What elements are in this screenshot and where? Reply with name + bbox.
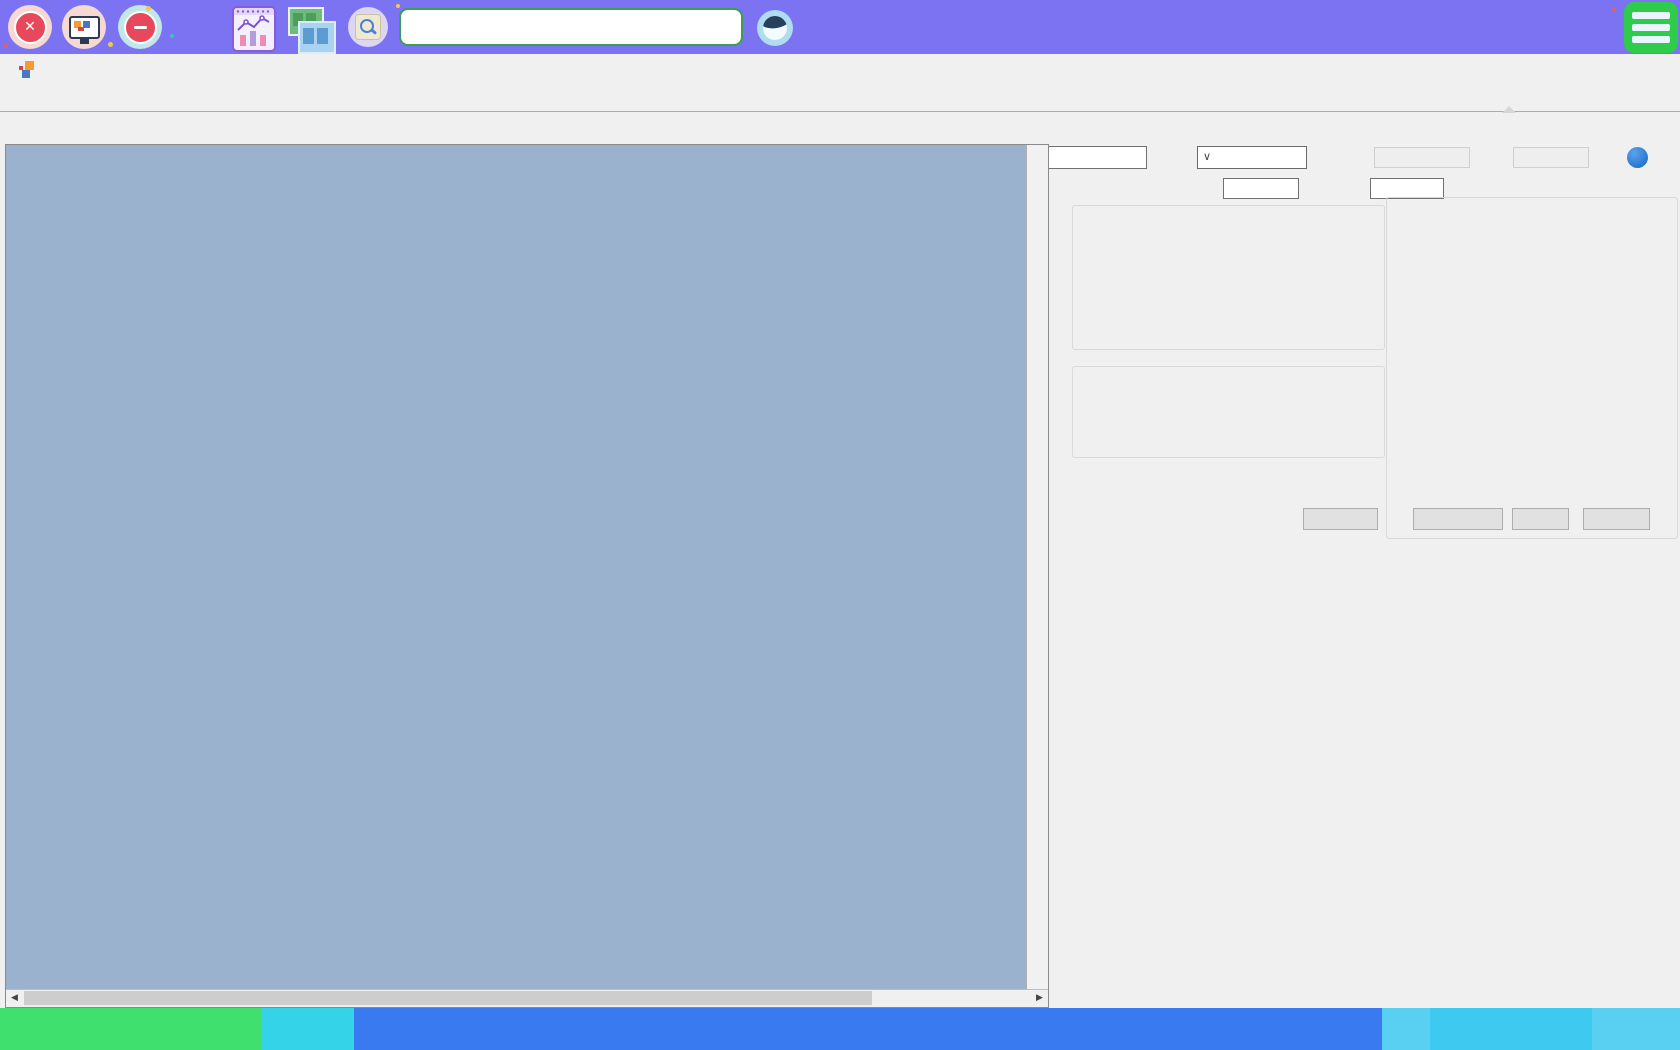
results-table: ◀ ▶: [5, 144, 1049, 1008]
monitor-sticker-button[interactable]: [62, 5, 106, 49]
status-user: [1592, 1008, 1676, 1050]
row-header-strip: [1026, 145, 1048, 990]
chevron-down-icon: ∨: [1203, 150, 1211, 163]
support-info: [376, 1008, 646, 1050]
eye-sticker-button[interactable]: [757, 10, 793, 46]
horizontal-scrollbar[interactable]: ◀ ▶: [6, 989, 1048, 1007]
minimize-icon: [124, 11, 157, 44]
hamburger-bar: [1632, 24, 1670, 31]
hamburger-bar: [1632, 36, 1670, 43]
scrollbar-thumb[interactable]: [24, 991, 872, 1005]
calculate-button[interactable]: [1583, 508, 1650, 530]
delete-button[interactable]: [1303, 508, 1378, 530]
app-logo-icon: [19, 61, 36, 78]
repeatability-groupbox: [1072, 205, 1385, 350]
chart-glyph: [234, 8, 274, 50]
page-search-input[interactable]: [399, 8, 743, 46]
kit-name-input[interactable]: [1044, 146, 1147, 169]
accuracy-values-grid: [1460, 231, 1660, 415]
scroll-right-arrow-icon[interactable]: ▶: [1031, 990, 1048, 1006]
window-maximize-button[interactable]: [1598, 57, 1622, 81]
minimize-sticker-button[interactable]: [118, 5, 162, 49]
active-tab-notch: [1502, 106, 1516, 113]
confetti-dot: [146, 6, 151, 11]
toolbar: ✕: [0, 0, 1680, 54]
hamburger-menu-button[interactable]: [1624, 2, 1678, 53]
window-minimize-button[interactable]: [1551, 57, 1575, 81]
serial-input[interactable]: [1370, 178, 1444, 199]
confetti-dot: [108, 42, 113, 47]
status-bar: [0, 1008, 1680, 1050]
window-titlebar: [0, 54, 1680, 84]
phonebook-button[interactable]: [1430, 1008, 1592, 1050]
chart-icon[interactable]: [232, 6, 276, 52]
close-icon: ✕: [14, 11, 47, 44]
expiry-input[interactable]: [1223, 178, 1299, 199]
close-sticker-button[interactable]: ✕: [8, 5, 52, 49]
confetti-dot: [396, 4, 400, 8]
eye-icon: [763, 16, 787, 40]
windows-icon[interactable]: [286, 5, 334, 51]
date-field: [1513, 147, 1589, 168]
clear-page-button[interactable]: [1413, 508, 1503, 530]
tab-strip: [0, 84, 1680, 112]
status-date: [262, 1008, 354, 1050]
monitor-icon: [69, 16, 100, 39]
confetti-dot: [4, 44, 8, 48]
window-close-button[interactable]: [1646, 57, 1670, 81]
confetti-dot: [1612, 8, 1616, 12]
magnifier-glyph: [355, 14, 381, 40]
confetti-dot: [170, 34, 174, 38]
user-field: [1374, 147, 1470, 168]
drift-groupbox: [1072, 366, 1385, 458]
magnifier-icon[interactable]: [348, 7, 388, 47]
window-tile-blue: [298, 21, 336, 54]
help-icon[interactable]: [1627, 147, 1648, 168]
device-select[interactable]: ∨: [1197, 146, 1307, 169]
save-button[interactable]: [1512, 508, 1569, 530]
hamburger-bar: [1632, 12, 1670, 19]
scroll-left-arrow-icon[interactable]: ◀: [6, 990, 23, 1006]
lab-name-button[interactable]: [0, 1008, 262, 1050]
